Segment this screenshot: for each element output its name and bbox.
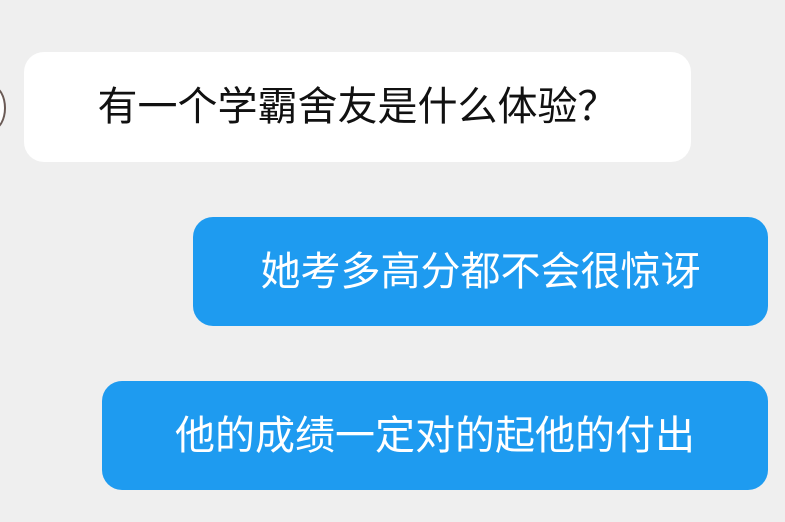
message-text: 有一个学霸舍友是什么体验？ — [97, 84, 618, 130]
outgoing-message-bubble: 他的成绩一定对的起他的付出 — [102, 381, 768, 490]
outgoing-message-bubble: 她考多高分都不会很惊讶 — [193, 217, 768, 326]
incoming-message-bubble: 有一个学霸舍友是什么体验？ — [24, 52, 691, 162]
message-text: 他的成绩一定对的起他的付出 — [175, 412, 695, 459]
avatar[interactable] — [0, 86, 6, 130]
message-text: 她考多高分都不会很惊讶 — [260, 248, 701, 295]
